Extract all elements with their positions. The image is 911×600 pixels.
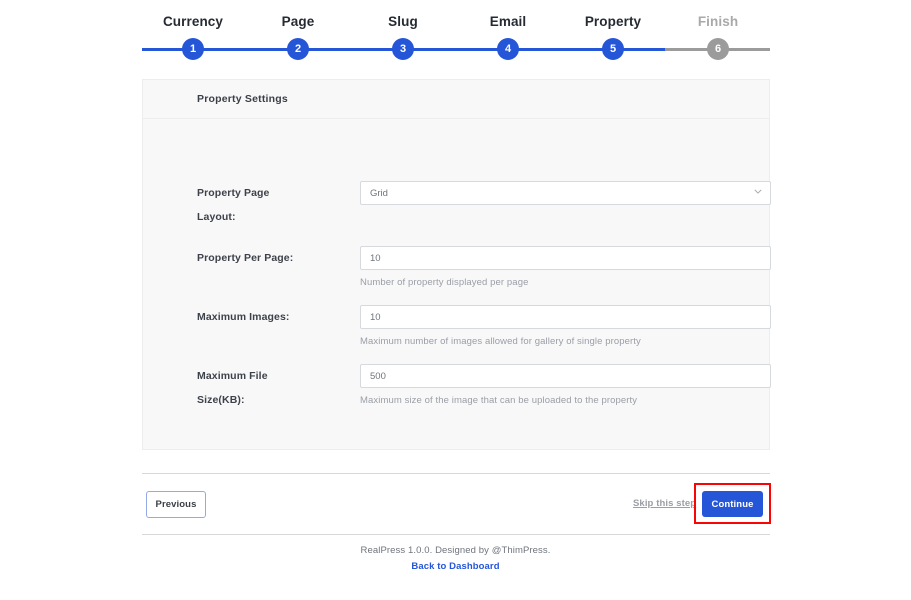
- actionbar-top-divider: [142, 473, 770, 474]
- chevron-down-icon: [754, 189, 761, 196]
- select-property-page-layout[interactable]: Grid: [360, 181, 771, 205]
- stepper-track: [142, 48, 770, 51]
- input-maximum-images[interactable]: 10: [360, 305, 771, 329]
- field-value-property-page-layout: Grid: [370, 188, 388, 199]
- field-helper-property-per-page: Number of property displayed per page: [360, 277, 771, 288]
- field-value-property-per-page: 10: [370, 253, 381, 264]
- stepper-step-label: Currency: [133, 14, 253, 30]
- field-label-maximum-file-size-kb: Maximum File Size(KB):: [197, 364, 306, 412]
- stepper-step-property[interactable]: Property: [553, 14, 673, 30]
- stepper-bubble-1[interactable]: 1: [182, 38, 204, 60]
- field-value-maximum-images: 10: [370, 312, 381, 323]
- field-helper-maximum-file-size-kb: Maximum size of the image that can be up…: [360, 395, 771, 406]
- field-control-maximum-file-size-kb: 500 Maximum size of the image that can be…: [306, 364, 771, 406]
- field-row-maximum-file-size-kb: Maximum File Size(KB): 500 Maximum size of…: [143, 364, 769, 412]
- field-row-property-page-layout: Property Page Layout: Grid: [143, 181, 769, 229]
- back-to-dashboard-link[interactable]: Back to Dashboard: [411, 561, 499, 572]
- field-helper-maximum-images: Maximum number of images allowed for gal…: [360, 336, 771, 347]
- input-maximum-file-size-kb[interactable]: 500: [360, 364, 771, 388]
- field-label-maximum-images: Maximum Images:: [197, 305, 306, 329]
- field-control-property-page-layout: Grid: [306, 181, 771, 205]
- stepper-step-slug[interactable]: Slug: [343, 14, 463, 30]
- stepper-step-label: Finish: [658, 14, 778, 30]
- input-property-per-page[interactable]: 10: [360, 246, 771, 270]
- settings-card-header: Property Settings: [143, 80, 769, 119]
- stepper-bubble-2[interactable]: 2: [287, 38, 309, 60]
- wizard-stepper: CurrencyPageSlugEmailPropertyFinish 1234…: [142, 14, 770, 60]
- settings-card: Property Settings Property Page Layout: G…: [142, 79, 770, 450]
- field-control-maximum-images: 10 Maximum number of images allowed for g…: [306, 305, 771, 347]
- stepper-bubble-6[interactable]: 6: [707, 38, 729, 60]
- stepper-bubble-4[interactable]: 4: [497, 38, 519, 60]
- page-footer: RealPress 1.0.0. Designed by @ThimPress.…: [0, 545, 911, 574]
- field-control-property-per-page: 10 Number of property displayed per page: [306, 246, 771, 288]
- field-label-property-per-page: Property Per Page:: [197, 246, 306, 270]
- field-value-maximum-file-size-kb: 500: [370, 371, 386, 382]
- page-title: Property Settings: [197, 93, 288, 105]
- stepper-bubble-3[interactable]: 3: [392, 38, 414, 60]
- stepper-step-label: Property: [553, 14, 673, 30]
- field-row-property-per-page: Property Per Page: 10 Number of property d…: [143, 246, 769, 288]
- stepper-step-email[interactable]: Email: [448, 14, 568, 30]
- stepper-bubble-5[interactable]: 5: [602, 38, 624, 60]
- skip-this-step-link[interactable]: Skip this step: [633, 498, 696, 509]
- actionbar-bottom-divider: [142, 534, 770, 535]
- settings-form: Property Page Layout: Grid Property Per Pa…: [143, 119, 769, 412]
- stepper-step-currency[interactable]: Currency: [133, 14, 253, 30]
- field-row-maximum-images: Maximum Images: 10 Maximum number of image…: [143, 305, 769, 347]
- footer-credit: RealPress 1.0.0. Designed by @ThimPress.: [0, 545, 911, 556]
- stepper-step-label: Page: [238, 14, 358, 30]
- setup-wizard-page: CurrencyPageSlugEmailPropertyFinish 1 2 3 4…: [0, 0, 911, 600]
- stepper-step-label: Email: [448, 14, 568, 30]
- previous-button[interactable]: Previous: [146, 491, 206, 518]
- stepper-step-finish[interactable]: Finish: [658, 14, 778, 30]
- continue-button[interactable]: Continue: [702, 491, 763, 517]
- stepper-step-page[interactable]: Page: [238, 14, 358, 30]
- field-label-property-page-layout: Property Page Layout:: [197, 181, 306, 229]
- stepper-step-label: Slug: [343, 14, 463, 30]
